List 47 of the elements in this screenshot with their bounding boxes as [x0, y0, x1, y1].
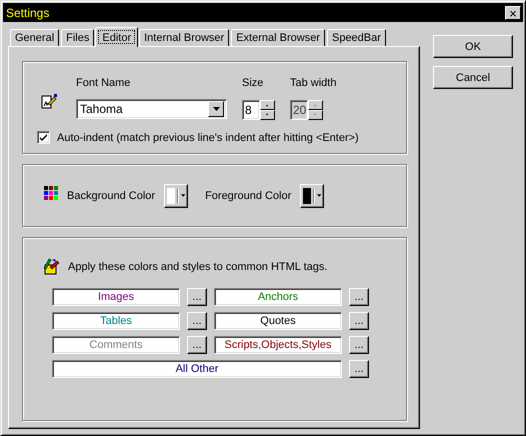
tab[interactable]: External Browser: [231, 29, 325, 46]
tag-style-field[interactable]: Images: [52, 288, 180, 306]
field-label: Tab width: [290, 77, 338, 91]
spin-up-icon[interactable]: [308, 100, 323, 110]
color-picker-button[interactable]: [300, 184, 324, 208]
browse-button[interactable]: ...: [187, 312, 207, 330]
auto-indent-checkbox[interactable]: [37, 131, 50, 144]
color-grid-icon: [44, 186, 58, 200]
tag-style-field[interactable]: Anchors: [214, 288, 342, 306]
browse-button[interactable]: ...: [187, 336, 207, 354]
browse-button[interactable]: ...: [349, 288, 369, 306]
spin-down-icon[interactable]: [260, 110, 275, 120]
browse-button[interactable]: ...: [187, 288, 207, 306]
window-title: Settings: [6, 6, 50, 20]
instruction-text: Apply these colors and styles to common HTML tags.: [68, 261, 328, 273]
close-button[interactable]: ×: [505, 6, 521, 20]
browse-button[interactable]: ...: [349, 360, 369, 378]
font-name-dropdown[interactable]: Tahoma: [76, 98, 227, 118]
spin-down-icon[interactable]: [308, 110, 323, 120]
tab[interactable]: General: [10, 29, 60, 46]
checkbox-label: Auto-indent (match previous line's indent after hitting <Enter>): [57, 132, 359, 144]
dialog-button[interactable]: OK: [433, 35, 513, 58]
size-field[interactable]: 8: [242, 100, 260, 120]
color-picker-button[interactable]: [164, 184, 188, 208]
field-label: Font Name: [76, 77, 132, 91]
tag-style-field[interactable]: Comments: [52, 336, 180, 354]
caret-icon: [316, 194, 322, 197]
field-label: Size: [242, 77, 264, 91]
paint-tools-icon: [42, 258, 60, 276]
font-edit-icon: [41, 92, 57, 109]
tag-style-field[interactable]: Quotes: [214, 312, 342, 330]
spin-up-icon[interactable]: [260, 100, 275, 110]
dialog-button[interactable]: Cancel: [433, 66, 513, 89]
caret-icon: [180, 194, 186, 197]
color-label: Foreground Color: [205, 190, 292, 202]
dropdown-arrow-icon: [212, 106, 220, 110]
checkmark-icon: [39, 133, 48, 142]
tag-style-field[interactable]: Tables: [52, 312, 180, 330]
color-label: Background Color: [67, 190, 156, 202]
browse-button[interactable]: ...: [349, 312, 369, 330]
tab[interactable]: Files: [61, 29, 94, 46]
tab[interactable]: Editor: [95, 27, 138, 47]
browse-button[interactable]: ...: [349, 336, 369, 354]
tag-style-field[interactable]: All Other: [52, 360, 342, 378]
tag-style-field[interactable]: Scripts,Objects,Styles: [214, 336, 342, 354]
tab[interactable]: SpeedBar: [326, 29, 386, 46]
tab[interactable]: Internal Browser: [139, 29, 230, 46]
